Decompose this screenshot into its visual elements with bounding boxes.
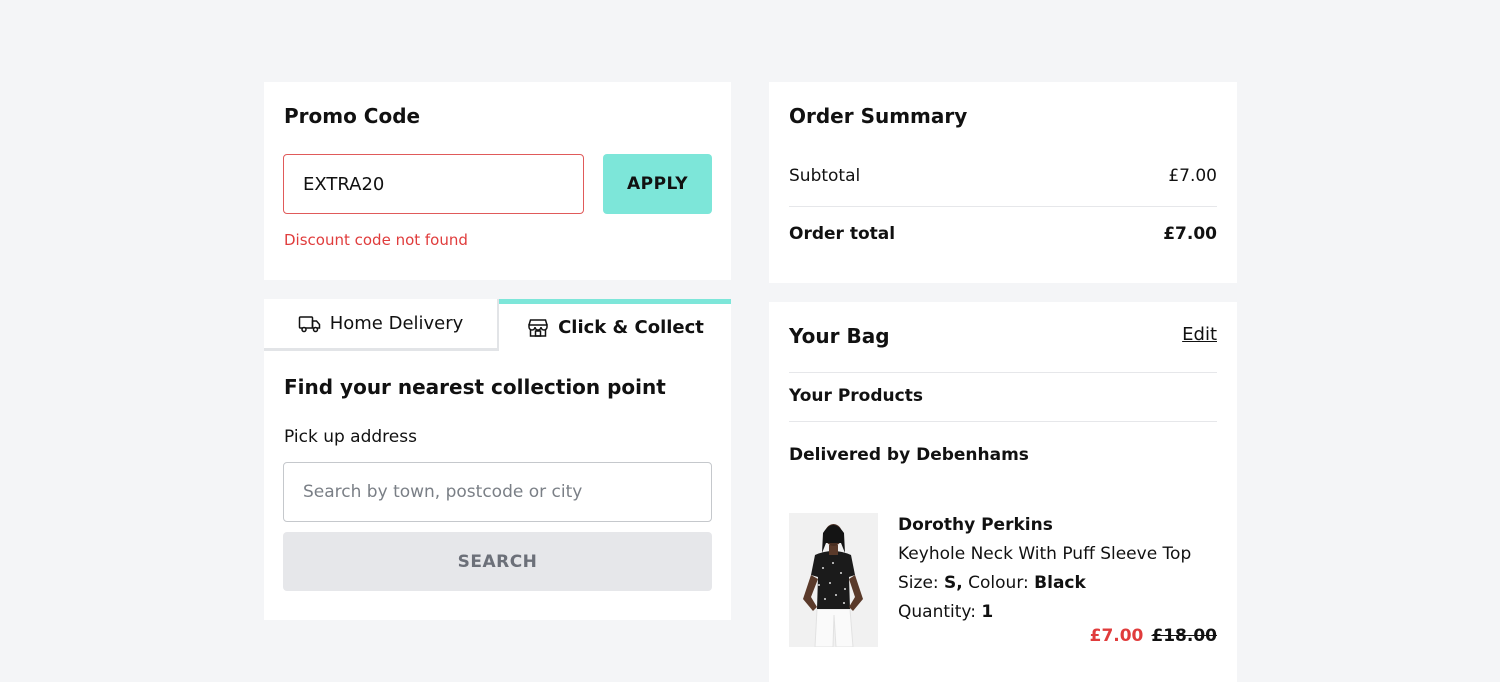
- product-info: Dorothy Perkins Keyhole Neck With Puff S…: [898, 511, 1191, 627]
- product-quantity: Quantity: 1: [898, 598, 1191, 627]
- promo-code-title: Promo Code: [284, 104, 421, 128]
- delivered-by-label: Delivered by Debenhams: [789, 445, 1029, 465]
- tab-click-and-collect-label: Click & Collect: [558, 317, 704, 338]
- bag-divider: [789, 421, 1217, 422]
- order-total-value: £7.00: [1163, 224, 1217, 244]
- pickup-address-search-input[interactable]: Search by town, postcode or city: [283, 462, 712, 522]
- product-photo-illustration: [789, 513, 878, 647]
- size-label: Size:: [898, 573, 939, 593]
- bag-divider: [789, 372, 1217, 373]
- product-name[interactable]: Keyhole Neck With Puff Sleeve Top: [898, 540, 1191, 569]
- product-prices: £7.00 £18.00: [1090, 626, 1217, 646]
- promo-error-message: Discount code not found: [284, 231, 468, 249]
- delivery-options-card: Home Delivery Click & Collect Find your …: [264, 299, 731, 620]
- subtotal-label: Subtotal: [789, 166, 861, 186]
- product-brand[interactable]: Dorothy Perkins: [898, 511, 1191, 540]
- product-size-colour: Size: S, Colour: Black: [898, 573, 1086, 593]
- quantity-value: 1: [981, 602, 994, 622]
- store-icon: [528, 318, 548, 337]
- size-value: S: [944, 573, 957, 593]
- order-total-row: Order total £7.00: [789, 224, 1217, 244]
- order-total-label: Order total: [789, 224, 896, 244]
- truck-icon: [298, 315, 320, 332]
- order-summary-card: Order Summary Subtotal £7.00 Order total…: [769, 82, 1237, 283]
- apply-button[interactable]: APPLY: [603, 154, 712, 214]
- promo-code-card: Promo Code EXTRA20 APPLY Discount code n…: [264, 82, 731, 280]
- pickup-address-label: Pick up address: [284, 427, 417, 447]
- promo-code-input[interactable]: EXTRA20: [283, 154, 584, 214]
- colour-label: Colour:: [968, 573, 1029, 593]
- summary-divider: [789, 206, 1217, 207]
- tab-click-and-collect[interactable]: Click & Collect: [499, 299, 731, 351]
- product-image[interactable]: [789, 513, 878, 647]
- price-now: £7.00: [1089, 626, 1144, 646]
- colour-value: Black: [1034, 573, 1086, 593]
- price-was: £18.00: [1151, 626, 1217, 646]
- collection-point-heading: Find your nearest collection point: [284, 375, 666, 399]
- edit-bag-link[interactable]: Edit: [1182, 324, 1217, 345]
- your-bag-card: Your Bag Edit Your Products Delivered by…: [769, 302, 1237, 682]
- order-summary-title: Order Summary: [789, 104, 968, 128]
- tab-home-delivery[interactable]: Home Delivery: [264, 299, 499, 351]
- your-products-label: Your Products: [789, 386, 923, 406]
- tab-home-delivery-label: Home Delivery: [329, 313, 464, 334]
- subtotal-row: Subtotal £7.00: [789, 166, 1217, 186]
- your-bag-title: Your Bag: [789, 324, 890, 348]
- search-button[interactable]: SEARCH: [283, 532, 712, 591]
- subtotal-value: £7.00: [1168, 166, 1217, 186]
- quantity-label: Quantity:: [898, 602, 976, 622]
